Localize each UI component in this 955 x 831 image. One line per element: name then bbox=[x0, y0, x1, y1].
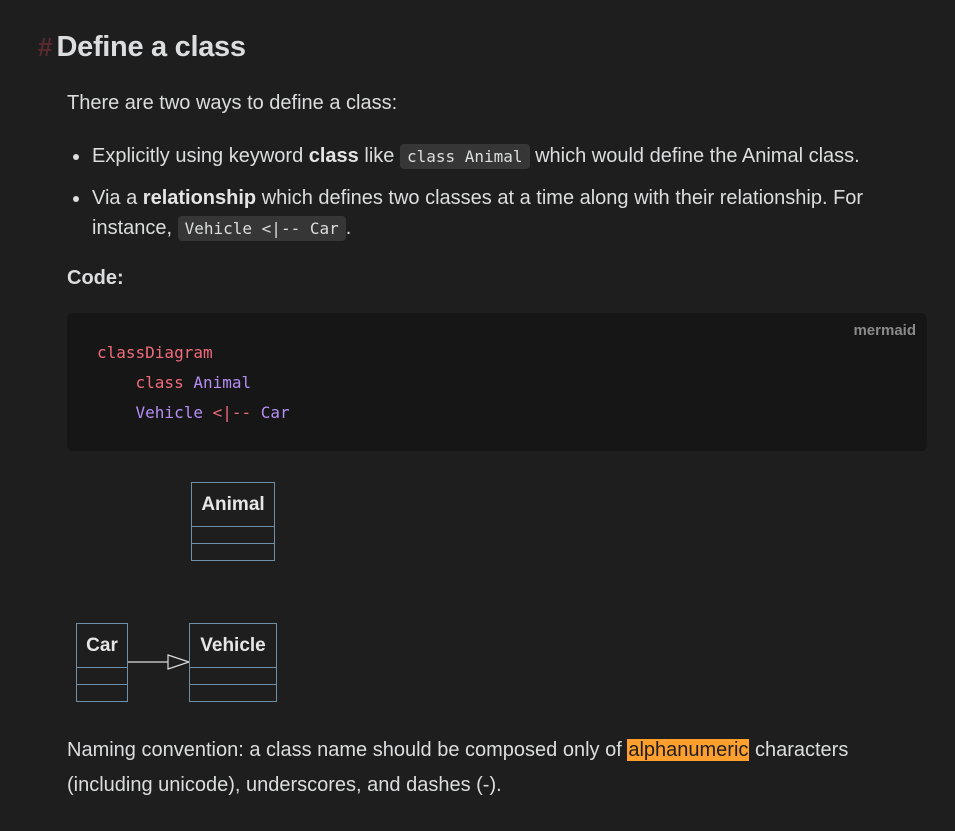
code-language-label: mermaid bbox=[853, 322, 916, 339]
code-label: Code: bbox=[67, 267, 124, 289]
uml-attributes-section bbox=[190, 668, 276, 685]
inline-code: Vehicle <|-- Car bbox=[177, 216, 346, 241]
definition-list: Explicitly using keyword class like clas… bbox=[67, 141, 927, 255]
keyword-bold: class bbox=[308, 145, 359, 167]
uml-methods-section bbox=[77, 685, 127, 702]
uml-class-animal: Animal bbox=[191, 482, 275, 561]
uml-class-car: Car bbox=[76, 623, 128, 702]
bullet-icon bbox=[73, 154, 79, 160]
list-item: Via a relationship which defines two cla… bbox=[67, 183, 927, 244]
heading-hash-icon[interactable]: # bbox=[38, 32, 52, 63]
uml-class-name: Vehicle bbox=[190, 624, 276, 668]
keyword-bold: relationship bbox=[142, 187, 257, 209]
list-item: Explicitly using keyword class like clas… bbox=[67, 141, 927, 172]
section-heading: # Define a class bbox=[38, 28, 246, 66]
inheritance-arrow-icon bbox=[128, 654, 191, 670]
uml-attributes-section bbox=[192, 527, 274, 544]
uml-methods-section bbox=[192, 544, 274, 561]
uml-class-name: Animal bbox=[192, 483, 274, 527]
uml-attributes-section bbox=[77, 668, 127, 685]
intro-text: There are two ways to define a class: bbox=[67, 92, 398, 114]
bullet-icon bbox=[73, 196, 79, 202]
inline-code: class Animal bbox=[399, 144, 530, 169]
uml-class-vehicle: Vehicle bbox=[189, 623, 277, 702]
code-block[interactable]: mermaid classDiagram class Animal Vehicl… bbox=[67, 313, 927, 451]
naming-convention-text: Naming convention: a class name should b… bbox=[67, 739, 849, 796]
uml-class-name: Car bbox=[77, 624, 127, 668]
heading-title: Define a class bbox=[56, 30, 246, 63]
uml-methods-section bbox=[190, 685, 276, 702]
code-content[interactable]: classDiagram class Animal Vehicle <|-- C… bbox=[97, 338, 290, 428]
search-highlight: alphanumeric bbox=[627, 739, 750, 761]
